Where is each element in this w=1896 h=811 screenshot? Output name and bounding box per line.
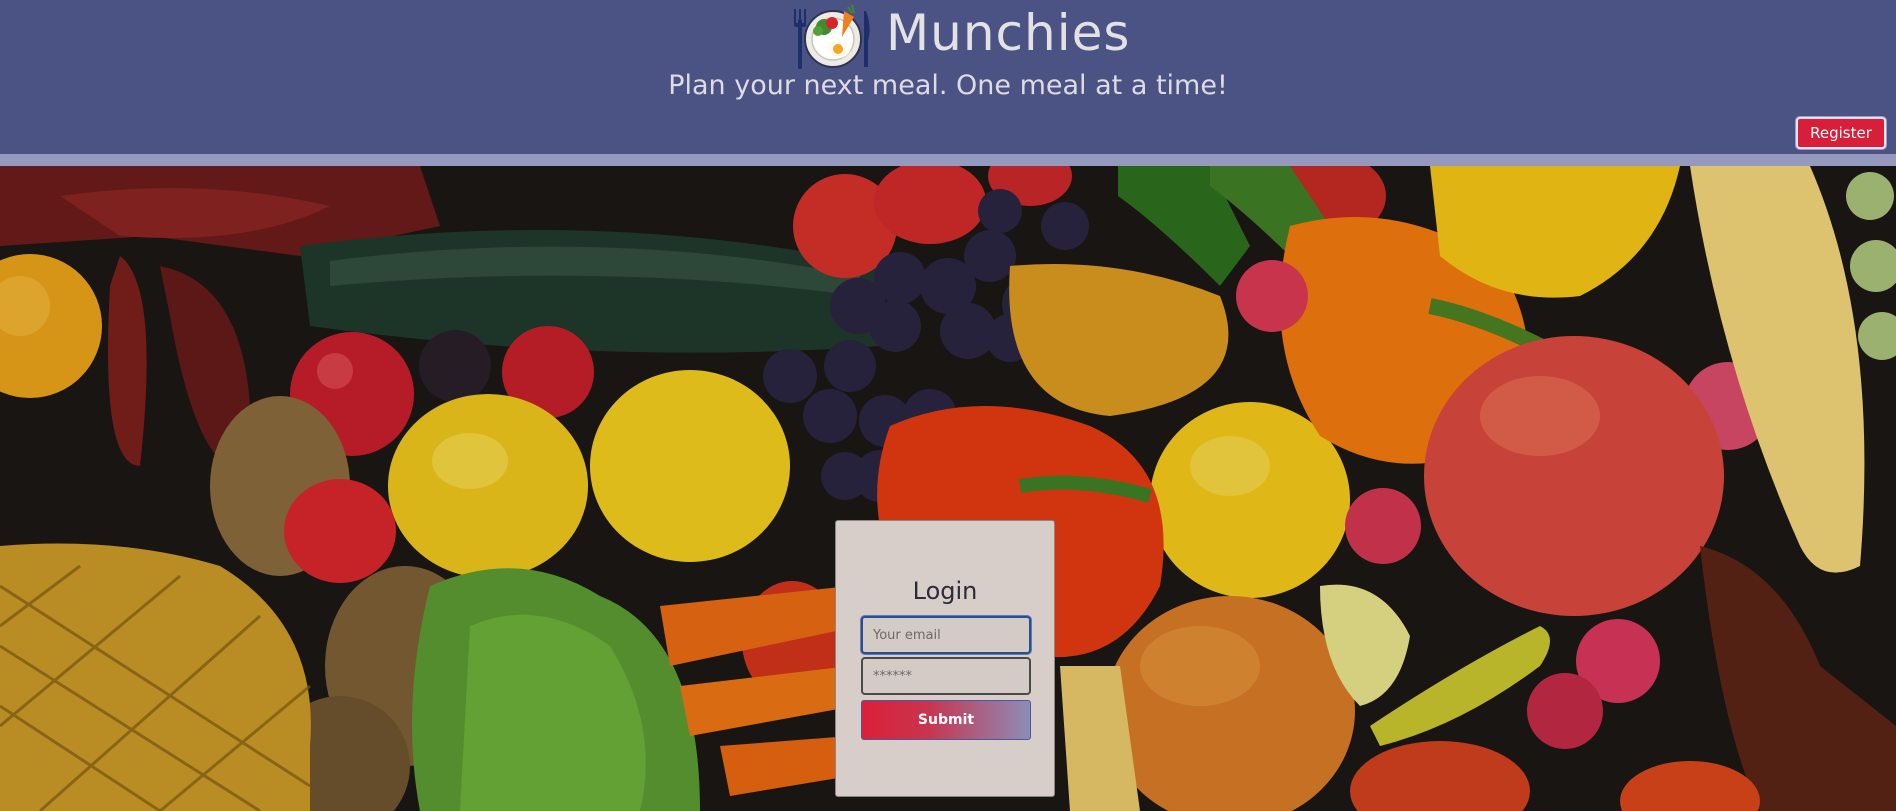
- register-button[interactable]: Register: [1796, 117, 1886, 149]
- brand: Munchies: [792, 0, 1130, 72]
- site-header: Munchies Plan your next meal. One meal a…: [0, 0, 1896, 154]
- login-heading: Login: [912, 577, 978, 605]
- plate-with-food-icon: [794, 4, 870, 69]
- login-card: Login Submit: [835, 520, 1055, 797]
- app-tagline: Plan your next meal. One meal at a time!: [668, 70, 1228, 101]
- email-field[interactable]: [861, 616, 1031, 654]
- app-title: Munchies: [886, 4, 1131, 62]
- password-field[interactable]: [861, 657, 1031, 695]
- header-divider: [0, 154, 1896, 166]
- submit-button[interactable]: Submit: [861, 700, 1031, 740]
